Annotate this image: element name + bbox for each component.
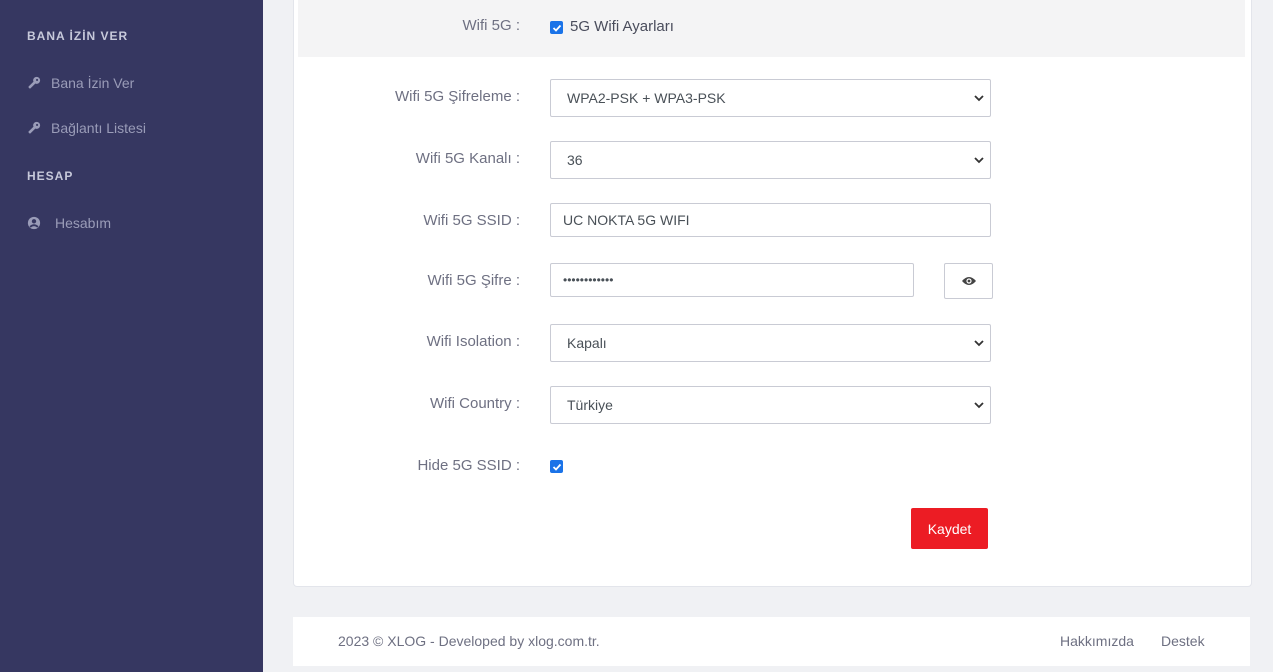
- country-value: Türkiye: [567, 397, 613, 413]
- encryption-select[interactable]: WPA2-PSK + WPA3-PSK: [550, 79, 991, 117]
- sidebar: BANA İZİN VER Bana İzin Ver Bağlantı Lis…: [0, 0, 263, 672]
- key-icon: [27, 76, 51, 90]
- sidebar-item-baglanti-listesi[interactable]: Bağlantı Listesi: [27, 120, 146, 136]
- chevron-down-icon: [974, 402, 984, 409]
- isolation-select[interactable]: Kapalı: [550, 324, 991, 362]
- footer: 2023 © XLOG - Developed by xlog.com.tr. …: [293, 617, 1250, 666]
- eye-icon: [961, 277, 976, 285]
- hide-ssid-label: Hide 5G SSID :: [417, 457, 520, 474]
- encryption-label: Wifi 5G Şifreleme :: [394, 88, 520, 105]
- chevron-down-icon: [974, 157, 984, 164]
- hide-ssid-checkbox[interactable]: [550, 460, 563, 473]
- ssid-label: Wifi 5G SSID :: [423, 212, 520, 229]
- footer-link-about[interactable]: Hakkımızda: [1060, 633, 1134, 649]
- chevron-down-icon: [974, 340, 984, 347]
- password-label: Wifi 5G Şifre :: [427, 272, 520, 289]
- channel-value: 36: [567, 152, 583, 168]
- check-icon: [552, 463, 561, 471]
- country-select[interactable]: Türkiye: [550, 386, 991, 424]
- check-icon: [552, 24, 561, 32]
- channel-select[interactable]: 36: [550, 141, 991, 179]
- channel-label: Wifi 5G Kanalı :: [415, 150, 520, 167]
- wifi5g-row: [298, 0, 1245, 57]
- footer-copyright: 2023 © XLOG - Developed by xlog.com.tr.: [338, 633, 600, 649]
- sidebar-item-label: Bağlantı Listesi: [51, 120, 146, 136]
- ssid-value: UC NOKTA 5G WIFI: [563, 212, 690, 228]
- isolation-value: Kapalı: [567, 335, 607, 351]
- isolation-label: Wifi Isolation :: [426, 333, 520, 350]
- show-password-button[interactable]: [944, 263, 993, 299]
- footer-link-support[interactable]: Destek: [1161, 633, 1205, 649]
- password-input[interactable]: ••••••••••••: [550, 263, 914, 297]
- sidebar-section-title: HESAP: [27, 169, 74, 183]
- sidebar-item-bana-izin-ver[interactable]: Bana İzin Ver: [27, 75, 134, 91]
- sidebar-item-label: Bana İzin Ver: [51, 75, 135, 91]
- sidebar-item-hesabim[interactable]: Hesabım: [27, 215, 111, 231]
- wifi5g-checkbox-label: 5G Wifi Ayarları: [570, 18, 674, 35]
- wifi5g-checkbox[interactable]: [550, 21, 563, 34]
- chevron-down-icon: [974, 95, 984, 102]
- user-circle-icon: [27, 216, 55, 230]
- password-value: ••••••••••••: [563, 273, 614, 287]
- encryption-value: WPA2-PSK + WPA3-PSK: [567, 90, 726, 106]
- wifi5g-label: Wifi 5G :: [462, 17, 520, 34]
- save-button[interactable]: Kaydet: [911, 508, 988, 549]
- sidebar-section-title: BANA İZİN VER: [27, 29, 129, 43]
- ssid-input[interactable]: UC NOKTA 5G WIFI: [550, 203, 991, 237]
- country-label: Wifi Country :: [429, 395, 520, 412]
- sidebar-item-label: Hesabım: [55, 215, 112, 231]
- key-icon: [27, 121, 51, 135]
